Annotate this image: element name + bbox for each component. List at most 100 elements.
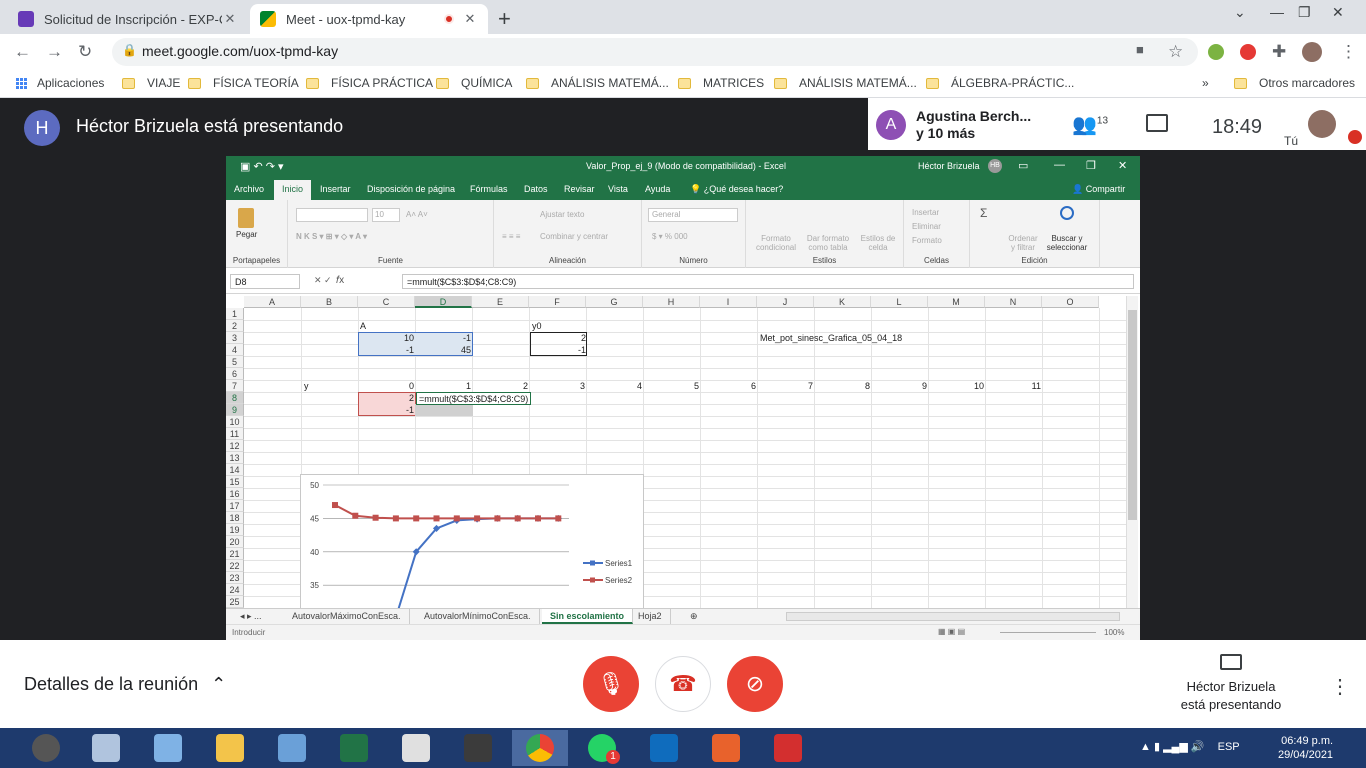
row-header-14[interactable]: 14 bbox=[226, 464, 244, 476]
taskbar-excel[interactable] bbox=[326, 730, 382, 766]
iteration-cell[interactable]: 6 bbox=[700, 380, 758, 392]
column-header-O[interactable]: O bbox=[1042, 296, 1099, 308]
cell-D8-editing[interactable]: =mmult($C$3:$D$4;C8:C9) bbox=[416, 392, 532, 405]
bookmark-otros[interactable]: Otros marcadores bbox=[1234, 76, 1355, 90]
tab-formulas[interactable]: Fórmulas bbox=[470, 184, 508, 194]
bookmark-algebra[interactable]: ÁLGEBRA-PRÁCTIC... bbox=[926, 76, 1074, 90]
buscar-seleccionar-button[interactable]: Buscar y seleccionar bbox=[1042, 234, 1092, 252]
column-header-M[interactable]: M bbox=[928, 296, 985, 308]
tab-insertar[interactable]: Insertar bbox=[320, 184, 351, 194]
name-box[interactable]: D8 bbox=[230, 274, 300, 289]
new-tab-button[interactable]: + bbox=[498, 6, 511, 32]
extension-icon[interactable] bbox=[1208, 44, 1224, 60]
lock-icon[interactable]: 🔒 bbox=[122, 43, 137, 57]
tab-disposicion[interactable]: Disposición de página bbox=[367, 184, 455, 194]
sheet-tab[interactable]: Hoja2 bbox=[630, 609, 671, 624]
quick-access-save-icon[interactable]: ▣ ↶ ↷ ▾ bbox=[240, 160, 284, 173]
cancel-confirm-icons[interactable]: ✕ ✓ bbox=[314, 275, 332, 286]
camera-off-button[interactable]: ⊘ bbox=[727, 656, 783, 712]
bold-italic-underline[interactable]: N K S ▾ ⊞ ▾ ◇ ▾ A ▾ bbox=[296, 232, 367, 241]
column-header-N[interactable]: N bbox=[985, 296, 1042, 308]
row-header-24[interactable]: 24 bbox=[226, 584, 244, 596]
language-indicator[interactable]: ESP bbox=[1218, 741, 1240, 753]
taskbar-outlook[interactable] bbox=[636, 730, 692, 766]
row-header-5[interactable]: 5 bbox=[226, 356, 244, 368]
adblock-icon[interactable] bbox=[1240, 44, 1256, 60]
taskbar-explorer[interactable] bbox=[202, 730, 258, 766]
font-name-box[interactable] bbox=[296, 208, 368, 222]
column-header-C[interactable]: C bbox=[358, 296, 415, 308]
bookmark-apps[interactable]: Aplicaciones bbox=[16, 76, 104, 90]
sheet-tab-active[interactable]: Sin escolamiento bbox=[542, 609, 634, 624]
formula-input[interactable]: =mmult($C$3:$D$4;C8:C9) bbox=[402, 274, 1134, 289]
vertical-scrollbar[interactable] bbox=[1126, 296, 1138, 608]
row-header-13[interactable]: 13 bbox=[226, 452, 244, 464]
forward-icon[interactable]: → bbox=[46, 42, 63, 62]
close-icon[interactable]: ✕ bbox=[222, 11, 238, 27]
cell-B7[interactable]: y bbox=[304, 380, 309, 392]
bookmark-viaje[interactable]: VIAJE bbox=[122, 76, 180, 90]
iteration-cell[interactable]: 2 bbox=[472, 380, 530, 392]
column-header-D[interactable]: D bbox=[415, 296, 472, 308]
cell-D3[interactable]: -1 bbox=[415, 332, 473, 344]
column-header-G[interactable]: G bbox=[586, 296, 643, 308]
bookmark-fisica-practica[interactable]: FÍSICA PRÁCTICA bbox=[306, 76, 433, 90]
horizontal-scrollbar[interactable] bbox=[786, 612, 1120, 621]
autosum-icon[interactable]: Σ bbox=[980, 206, 987, 220]
cell-D4[interactable]: 45 bbox=[415, 344, 473, 356]
present-screen-icon[interactable] bbox=[1220, 654, 1242, 670]
paste-icon[interactable] bbox=[238, 208, 254, 228]
iteration-cell[interactable]: 1 bbox=[415, 380, 473, 392]
bookmark-fisica-teoria[interactable]: FÍSICA TEORÍA bbox=[188, 76, 299, 90]
cell-F4[interactable]: -1 bbox=[530, 344, 588, 356]
row-header-16[interactable]: 16 bbox=[226, 488, 244, 500]
row-header-9[interactable]: 9 bbox=[226, 404, 244, 416]
cell-C3[interactable]: 10 bbox=[358, 332, 416, 344]
number-format-box[interactable]: General bbox=[648, 208, 738, 222]
presenter-status-button[interactable]: Héctor Brizuela está presentando bbox=[1160, 678, 1302, 714]
tab-revisar[interactable]: Revisar bbox=[564, 184, 595, 194]
signal-icon[interactable]: ▂▄▆ bbox=[1163, 741, 1191, 753]
ribbon-display-icon[interactable]: ▭ bbox=[1018, 159, 1028, 172]
column-header-H[interactable]: H bbox=[643, 296, 700, 308]
cell-C2[interactable]: A bbox=[360, 320, 366, 332]
tab-meet[interactable]: Meet - uox-tpmd-kay ✕ bbox=[250, 4, 488, 34]
combinar-centrar[interactable]: Combinar y centrar bbox=[540, 232, 608, 241]
row-header-11[interactable]: 11 bbox=[226, 428, 244, 440]
scroll-thumb[interactable] bbox=[1128, 310, 1137, 520]
insertar-cells-button[interactable]: Insertar bbox=[912, 208, 939, 217]
column-header-F[interactable]: F bbox=[529, 296, 586, 308]
bookmark-quimica[interactable]: QUÍMICA bbox=[436, 76, 512, 90]
search-icon[interactable] bbox=[1060, 206, 1074, 220]
iteration-cell[interactable]: 10 bbox=[928, 380, 986, 392]
zoom-slider[interactable] bbox=[1000, 632, 1096, 633]
taskbar-notes[interactable] bbox=[140, 730, 196, 766]
taskbar-calculator[interactable] bbox=[78, 730, 134, 766]
bookmark-star-icon[interactable]: ☆ bbox=[1168, 42, 1183, 62]
ordenar-filtrar-button[interactable]: Ordenar y filtrar bbox=[1006, 234, 1040, 252]
row-header-23[interactable]: 23 bbox=[226, 572, 244, 584]
tab-vista[interactable]: Vista bbox=[608, 184, 628, 194]
dar-formato-tabla-button[interactable]: Dar formato como tabla bbox=[804, 234, 852, 252]
back-icon[interactable]: ← bbox=[14, 42, 31, 62]
chat-icon[interactable] bbox=[1146, 114, 1168, 132]
bookmark-analisis-2[interactable]: ANÁLISIS MATEMÁ... bbox=[774, 76, 917, 90]
row-header-21[interactable]: 21 bbox=[226, 548, 244, 560]
font-size-box[interactable]: 10 bbox=[372, 208, 400, 222]
more-options-icon[interactable]: ⋮ bbox=[1330, 674, 1350, 699]
tab-search-icon[interactable]: ⌄ bbox=[1234, 4, 1246, 21]
currency-percent-icons[interactable]: $ ▾ % 000 bbox=[652, 232, 688, 241]
eliminar-cells-button[interactable]: Eliminar bbox=[912, 222, 941, 231]
iteration-cell[interactable]: 3 bbox=[529, 380, 587, 392]
row-header-2[interactable]: 2 bbox=[226, 320, 244, 332]
column-header-B[interactable]: B bbox=[301, 296, 358, 308]
row-header-10[interactable]: 10 bbox=[226, 416, 244, 428]
row-header-1[interactable]: 1 bbox=[226, 308, 244, 320]
column-header-K[interactable]: K bbox=[814, 296, 871, 308]
people-button[interactable]: 👥13 bbox=[1072, 112, 1108, 137]
sheet-tab[interactable]: AutovalorMáximoConEsca. bbox=[284, 609, 410, 624]
iteration-cell[interactable]: 8 bbox=[814, 380, 872, 392]
cell-J3[interactable]: Met_pot_sinesc_Grafica_05_04_18 bbox=[760, 332, 902, 344]
row-header-8[interactable]: 8 bbox=[226, 392, 244, 404]
estilos-celda-button[interactable]: Estilos de celda bbox=[858, 234, 898, 252]
